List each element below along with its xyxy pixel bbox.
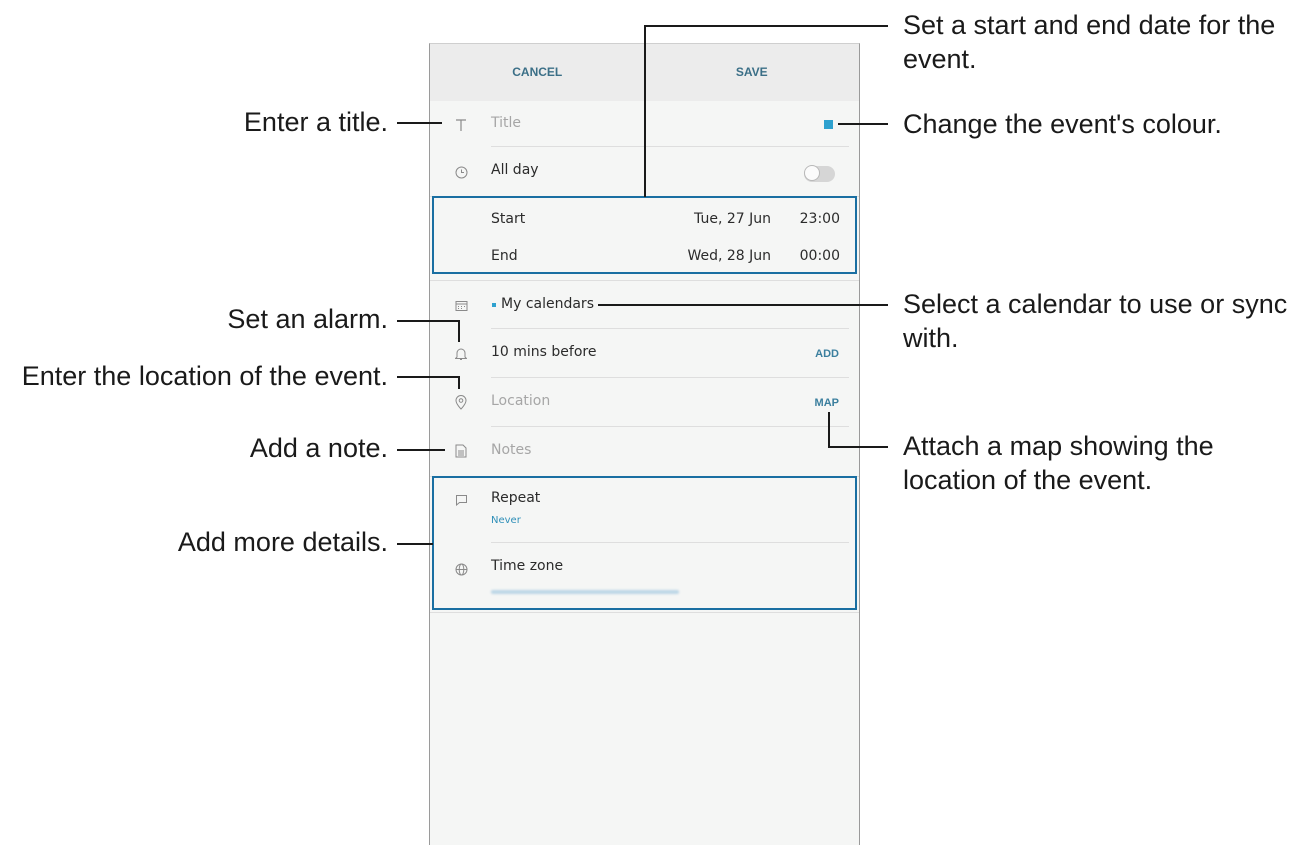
- callout-dates-line2: event.: [903, 44, 977, 74]
- location-row[interactable]: Location MAP: [430, 378, 859, 426]
- timezone-row[interactable]: Time zone: [430, 543, 859, 607]
- timezone-label: Time zone: [491, 558, 564, 574]
- callout-line: [458, 376, 460, 389]
- callout-line: [397, 543, 433, 545]
- callout-map-line2: location of the event.: [903, 465, 1153, 495]
- callout-line: [458, 320, 460, 342]
- calendar-label[interactable]: My calendars: [501, 296, 594, 312]
- callout-note: Add a note.: [249, 433, 388, 463]
- callout-alarm: Set an alarm.: [227, 304, 388, 334]
- end-label: End: [491, 248, 518, 264]
- divider: [430, 612, 859, 613]
- notes-input[interactable]: Notes: [491, 442, 531, 458]
- end-time[interactable]: 00:00: [800, 248, 840, 264]
- add-alarm-button[interactable]: ADD: [815, 348, 839, 360]
- callout-line: [828, 412, 830, 448]
- location-pin-icon: [452, 393, 470, 411]
- callout-line: [838, 123, 888, 125]
- alarm-row[interactable]: 10 mins before ADD: [430, 329, 859, 377]
- callout-map-line1: Attach a map showing the: [903, 431, 1214, 461]
- text-icon: [452, 116, 470, 134]
- all-day-label: All day: [491, 162, 539, 178]
- start-row[interactable]: Start Tue, 27 Jun 23:00: [430, 197, 859, 245]
- start-time[interactable]: 23:00: [800, 211, 840, 227]
- notes-row[interactable]: Notes: [430, 427, 859, 475]
- save-button[interactable]: SAVE: [645, 44, 860, 101]
- callout-calendar-line1: Select a calendar to use or sync: [903, 289, 1288, 319]
- event-color-swatch[interactable]: [824, 120, 833, 129]
- timezone-value-blurred: [491, 590, 679, 594]
- start-label: Start: [491, 211, 526, 227]
- callout-line: [644, 25, 888, 27]
- alarm-label[interactable]: 10 mins before: [491, 344, 596, 360]
- callout-dates-line1: Set a start and end date for the: [903, 10, 1276, 40]
- bell-icon: [452, 345, 470, 363]
- title-input[interactable]: Title: [491, 115, 521, 131]
- calendar-icon: [452, 297, 470, 315]
- repeat-label: Repeat: [491, 490, 541, 506]
- location-input[interactable]: Location: [491, 393, 550, 409]
- callout-colour: Change the event's colour.: [903, 109, 1222, 139]
- globe-icon: [452, 560, 470, 578]
- callout-line: [828, 446, 888, 448]
- end-date[interactable]: Wed, 28 Jun: [687, 248, 771, 264]
- callout-line: [397, 122, 442, 124]
- callout-line: [397, 320, 460, 322]
- repeat-row[interactable]: Repeat Never: [430, 477, 859, 541]
- calendar-color-dot: [492, 303, 496, 307]
- clock-icon: [452, 163, 470, 181]
- repeat-icon: [452, 491, 470, 509]
- cancel-button[interactable]: CANCEL: [430, 44, 645, 101]
- callout-location: Enter the location of the event.: [21, 361, 388, 391]
- callout-line: [397, 376, 460, 378]
- callout-line: [644, 25, 646, 197]
- repeat-value: Never: [491, 515, 521, 526]
- callout-details: Add more details.: [177, 527, 388, 557]
- note-icon: [452, 442, 470, 460]
- callout-title: Enter a title.: [243, 107, 388, 137]
- callout-line: [598, 304, 888, 306]
- start-date[interactable]: Tue, 27 Jun: [694, 211, 771, 227]
- map-button[interactable]: MAP: [815, 397, 839, 409]
- toggle-knob: [804, 165, 820, 181]
- callout-line: [397, 449, 445, 451]
- callout-calendar-line2: with.: [903, 323, 959, 353]
- all-day-toggle[interactable]: [804, 165, 835, 182]
